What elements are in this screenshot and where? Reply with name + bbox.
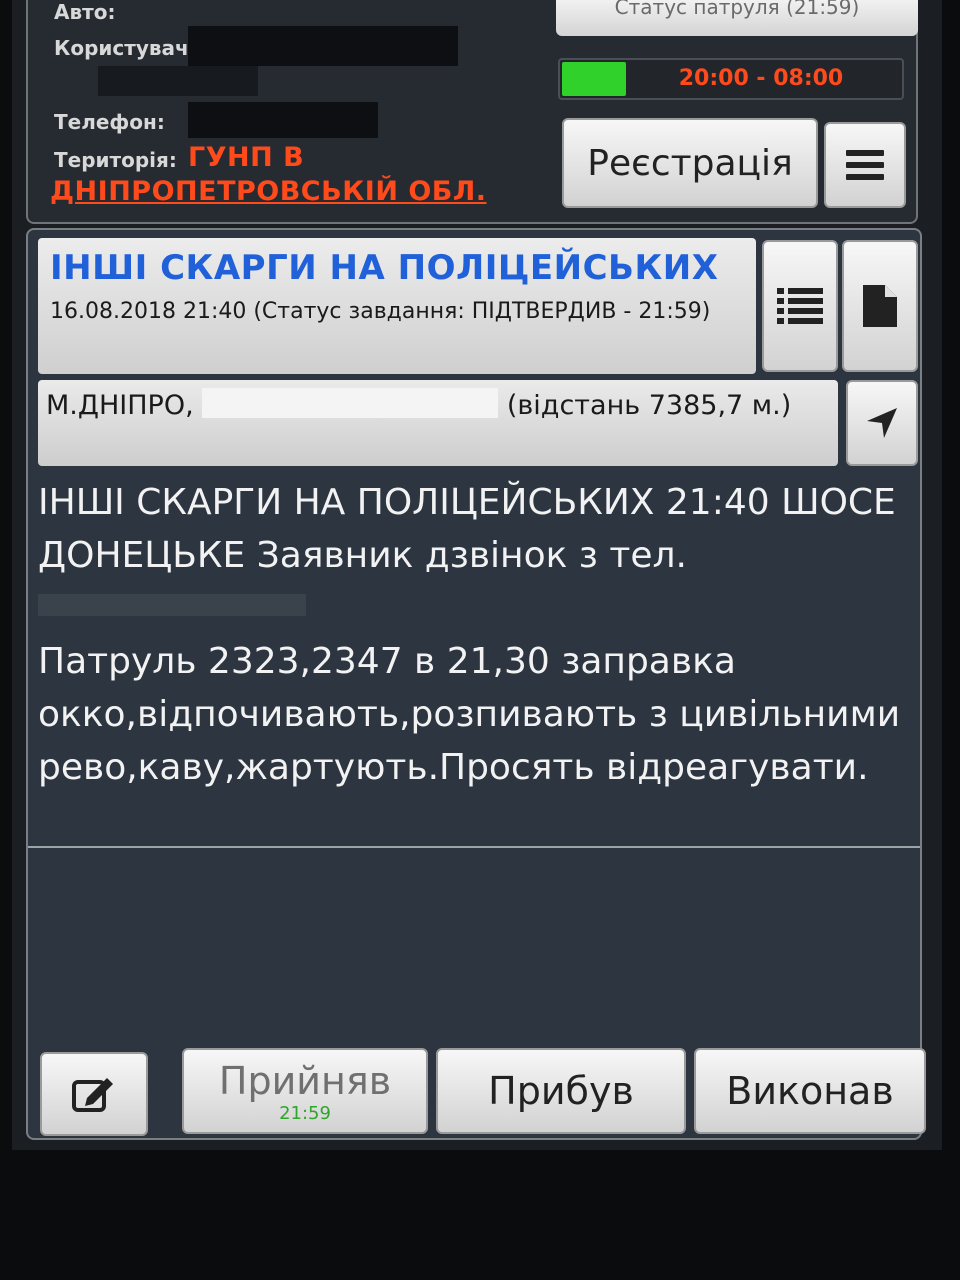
completed-button-label: Виконав <box>726 1069 894 1113</box>
shift-time: 20:00 - 08:00 <box>678 66 844 91</box>
task-description: ІНШІ СКАРГИ НА ПОЛІЦЕЙСЬКИХ 21:40 ШОСЕ Д… <box>38 476 908 794</box>
completed-button[interactable]: Виконав <box>694 1048 926 1134</box>
document-icon <box>863 285 897 327</box>
edit-button[interactable] <box>40 1052 148 1136</box>
phone-value-redacted <box>188 102 378 138</box>
task-header[interactable]: ІНШІ СКАРГИ НА ПОЛІЦЕЙСЬКИХ 16.08.2018 2… <box>38 238 756 374</box>
navigate-button[interactable] <box>846 380 918 466</box>
territory-label: Територія: <box>54 148 177 172</box>
description-phone-row <box>38 582 908 635</box>
user-label: Користувач <box>54 36 189 60</box>
task-panel: ІНШІ СКАРГИ НА ПОЛІЦЕЙСЬКИХ 16.08.2018 2… <box>26 228 926 1140</box>
territory-value-line1: ГУНП В <box>188 142 305 173</box>
list-icon <box>777 288 823 324</box>
shift-progress-fill <box>562 62 626 96</box>
register-button-label: Реєстрація <box>587 142 793 184</box>
user-value-redacted <box>188 26 458 66</box>
app-screen: Авто: Користувач Телефон: Територія: ГУН… <box>12 0 942 1150</box>
territory-value-line2: ДНІПРОПЕТРОВСЬКІЙ ОБЛ. <box>50 176 487 207</box>
arrived-button[interactable]: Прибув <box>436 1048 686 1134</box>
accepted-time: 21:59 <box>279 1103 331 1124</box>
auto-label: Авто: <box>54 0 116 24</box>
phone-label: Телефон: <box>54 110 165 134</box>
task-subtitle: 16.08.2018 21:40 (Статус завдання: ПІДТВ… <box>50 299 711 324</box>
edit-icon <box>72 1078 113 1112</box>
user-value-redacted-2 <box>98 66 258 96</box>
hamburger-icon <box>846 150 884 180</box>
accepted-button[interactable]: Прийняв 21:59 <box>182 1048 428 1134</box>
arrived-button-label: Прибув <box>488 1069 634 1113</box>
caller-phone-redacted <box>38 594 306 616</box>
content-divider <box>28 846 920 848</box>
accepted-button-label: Прийняв <box>218 1059 392 1103</box>
shift-progress-bar: 20:00 - 08:00 <box>558 58 904 100</box>
navigation-arrow-icon <box>867 408 897 438</box>
task-address[interactable]: М.ДНІПРО, (відстань 7385,7 м.) <box>38 380 838 466</box>
patrol-status-button[interactable]: Статус патруля (21:59) <box>556 0 918 36</box>
register-button[interactable]: Реєстрація <box>562 118 818 208</box>
menu-button[interactable] <box>824 122 906 208</box>
task-document-button[interactable] <box>842 240 918 372</box>
address-street-redacted <box>202 388 499 418</box>
patrol-status-label: Статус патруля (21:59) <box>614 0 860 19</box>
task-title: ІНШІ СКАРГИ НА ПОЛІЦЕЙСЬКИХ <box>50 248 719 288</box>
description-text-1: ІНШІ СКАРГИ НА ПОЛІЦЕЙСЬКИХ 21:40 ШОСЕ Д… <box>38 482 896 576</box>
address-city: М.ДНІПРО, <box>46 390 194 421</box>
address-distance: (відстань 7385,7 м.) <box>506 390 792 421</box>
description-text-2: Патруль 2323,2347 в 21,30 заправка окко,… <box>38 641 901 788</box>
task-list-button[interactable] <box>762 240 838 372</box>
user-info-panel: Авто: Користувач Телефон: Територія: ГУН… <box>26 0 918 224</box>
